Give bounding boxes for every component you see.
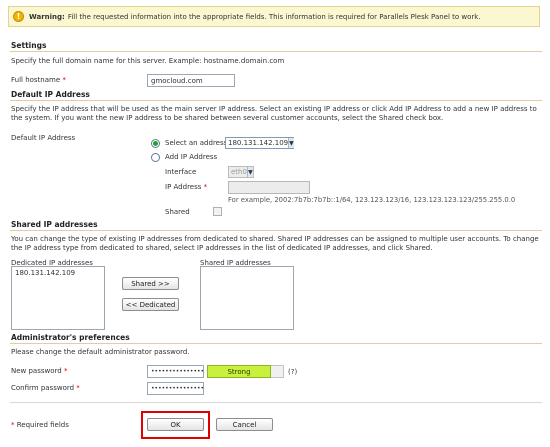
- confirm-password-label: Confirm password *: [11, 384, 80, 392]
- shared-ips-description: You can change the type of existing IP a…: [11, 235, 539, 252]
- ok-button[interactable]: OK: [147, 418, 204, 431]
- password-strength-meter: Strong: [207, 365, 271, 378]
- cancel-button[interactable]: Cancel: [216, 418, 273, 431]
- select-address-label: Select an address: [165, 139, 228, 147]
- default-ip-description: Specify the IP address that will be used…: [11, 105, 537, 122]
- hostname-input[interactable]: gmocloud.com: [147, 74, 235, 87]
- default-ip-label: Default IP Address: [11, 134, 76, 142]
- new-password-label: New password *: [11, 367, 68, 375]
- ip-example-note: For example, 2002:7b7b:7b7b::1/64, 123.1…: [228, 196, 516, 204]
- ip-address-select-value: 180.131.142.109: [228, 139, 289, 147]
- default-ip-divider: [10, 100, 542, 101]
- required-mark: *: [203, 183, 208, 191]
- admin-title: Administrator's preferences: [11, 333, 130, 342]
- required-mark: *: [76, 384, 80, 392]
- dedicated-ips-list[interactable]: 180.131.142.109: [11, 266, 105, 330]
- interface-label: Interface: [165, 168, 197, 176]
- help-icon[interactable]: (?): [288, 368, 297, 376]
- hostname-label: Full hostname *: [11, 76, 66, 84]
- warning-title: Warning:: [29, 12, 65, 21]
- settings-description: Specify the full domain name for this se…: [11, 57, 285, 65]
- ip-address-input[interactable]: [228, 181, 310, 194]
- move-to-shared-button[interactable]: Shared >>: [122, 277, 179, 290]
- required-mark: *: [62, 76, 66, 84]
- warning-icon: !: [13, 11, 24, 22]
- settings-title: Settings: [11, 41, 47, 50]
- chevron-down-icon: ▼: [288, 138, 294, 148]
- chevron-down-icon: ▼: [246, 167, 253, 177]
- select-address-radio[interactable]: [151, 139, 160, 148]
- admin-description: Please change the default administrator …: [11, 348, 190, 356]
- ip-address-select[interactable]: 180.131.142.109 ▼: [225, 137, 294, 149]
- admin-divider: [10, 343, 542, 344]
- settings-divider: [10, 51, 542, 52]
- ip-field-label: IP Address *: [165, 183, 208, 191]
- required-fields-note: * Required fields: [11, 421, 69, 429]
- shared-ips-title: Shared IP addresses: [11, 220, 98, 229]
- confirm-password-input[interactable]: ••••••••••••••••: [147, 382, 204, 395]
- new-password-input[interactable]: ••••••••••••••••: [147, 365, 204, 378]
- shared-checkbox[interactable]: [213, 207, 222, 216]
- add-ip-radio[interactable]: [151, 153, 160, 162]
- shared-ips-list[interactable]: [200, 266, 294, 330]
- required-mark: *: [63, 367, 68, 375]
- warning-banner: ! Warning: Fill the requested informatio…: [8, 6, 540, 27]
- footer-divider: [10, 402, 542, 403]
- interface-select-value: eth0: [231, 168, 247, 176]
- add-ip-label: Add IP Address: [165, 153, 218, 161]
- password-strength-track: [271, 365, 284, 378]
- list-item[interactable]: 180.131.142.109: [15, 269, 101, 277]
- interface-select[interactable]: eth0 ▼: [228, 166, 254, 178]
- shared-ips-divider: [10, 230, 542, 231]
- move-to-dedicated-button[interactable]: << Dedicated: [122, 298, 179, 311]
- shared-label: Shared: [165, 208, 190, 216]
- default-ip-title: Default IP Address: [11, 90, 90, 99]
- warning-text: Fill the requested information into the …: [67, 12, 481, 21]
